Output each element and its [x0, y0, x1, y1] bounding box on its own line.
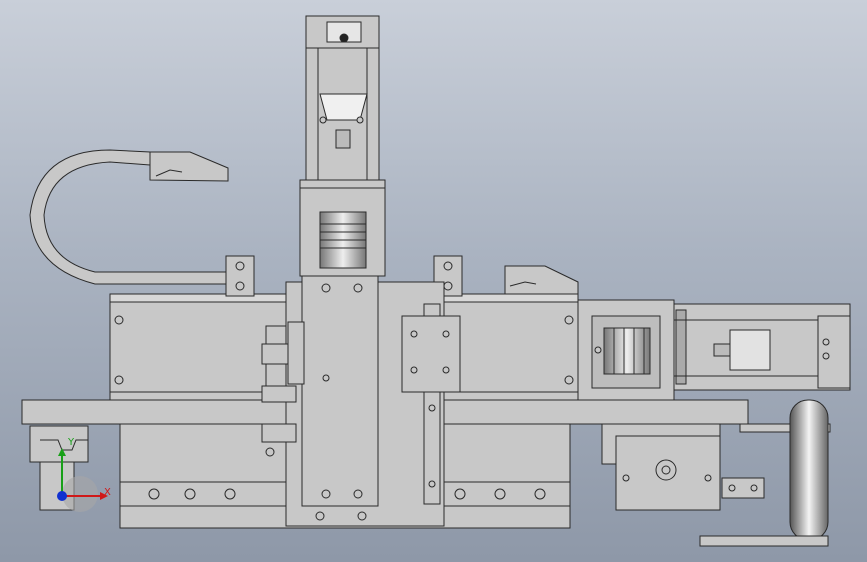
y-axis-label: Y: [68, 437, 75, 448]
assembly-drawing: [21, 15, 851, 547]
vertical-servo-motor: [299, 15, 386, 277]
cad-viewport[interactable]: X Y: [0, 0, 867, 562]
horizontal-servo-motor: [577, 299, 851, 401]
vertical-carriage-plate: [261, 275, 461, 527]
x-axis-label: X: [104, 487, 111, 498]
